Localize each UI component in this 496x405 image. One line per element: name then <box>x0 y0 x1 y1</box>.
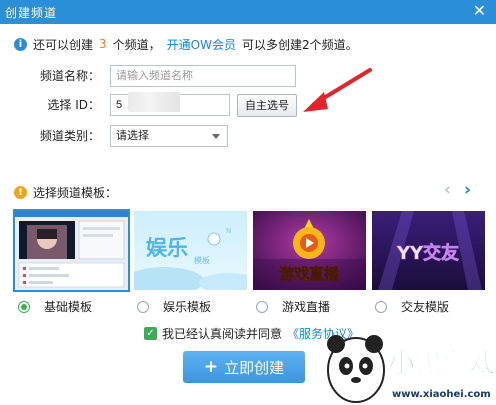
thumb-ent-sub: 模板 <box>194 255 210 265</box>
thumb-dating-title: YY交友 <box>396 242 459 264</box>
template-thumb-dating[interactable]: YY交友 <box>372 211 485 290</box>
channel-name-input[interactable] <box>110 65 296 87</box>
category-selected-value: 请选择 <box>116 129 149 142</box>
agreement-text: 我已经认真阅读并同意 <box>162 327 283 341</box>
next-arrow-icon[interactable]: › <box>464 182 471 199</box>
channel-category-select[interactable]: 请选择 <box>110 125 228 147</box>
create-button-label: 立即创建 <box>224 358 285 377</box>
title-bar: 创建频道 ✕ <box>0 0 496 24</box>
radio-selected-icon[interactable] <box>18 300 30 313</box>
self-select-number-button[interactable]: 自主选号 <box>237 94 297 117</box>
radio-icon[interactable] <box>375 300 387 313</box>
radio-entertainment-label: 娱乐模板 <box>163 300 212 314</box>
template-thumb-basic[interactable] <box>13 209 130 292</box>
radio-dating-label: 交友模版 <box>401 300 450 314</box>
template-heading-text: 选择频道模板： <box>33 186 118 200</box>
quota-notice: i 还可以创建 3 个频道， 开通OW会员 可以多创建2个频道。 <box>14 36 358 52</box>
annotation-arrow-icon <box>303 68 372 112</box>
thumb-ent-badge: N <box>226 227 231 235</box>
notice-count: 3 <box>99 37 107 51</box>
radio-game-live[interactable]: 游戏直播 <box>256 298 330 315</box>
radio-entertainment[interactable]: 娱乐模板 <box>137 298 211 315</box>
plus-icon: + <box>203 357 219 377</box>
template-thumb-game-live[interactable]: 游戏直播 <box>253 211 366 290</box>
chevron-down-icon <box>212 134 220 139</box>
channel-id-label: 选择 ID： <box>47 98 100 112</box>
channel-name-label: 频道名称： <box>39 69 100 83</box>
notice-middle: 个频道， <box>112 37 161 52</box>
close-icon[interactable]: ✕ <box>473 3 486 19</box>
xiaohei-watermark-logo: 小黑游戏 www.xiaohei.com <box>327 335 496 403</box>
radio-icon[interactable] <box>256 300 268 313</box>
radio-icon[interactable] <box>137 300 149 313</box>
warning-icon: ! <box>14 186 27 199</box>
membership-link[interactable]: 开通OW会员 <box>167 36 236 53</box>
channel-category-label: 频道类别： <box>39 129 100 143</box>
radio-game-live-label: 游戏直播 <box>282 300 331 314</box>
info-icon: i <box>14 37 27 51</box>
radio-dating[interactable]: 交友模版 <box>375 298 449 315</box>
watermark-brand: 小黑游戏 <box>388 348 496 379</box>
create-now-button[interactable]: + 立即创建 <box>183 351 305 383</box>
template-heading: ! 选择频道模板： <box>14 184 117 201</box>
template-thumb-entertainment[interactable]: 娱乐 模板 N <box>134 211 247 290</box>
radio-basic[interactable]: 基础模板 <box>18 298 92 315</box>
thumb-ent-title: 娱乐 <box>146 236 188 260</box>
watermark-url: www.xiaohei.com <box>392 389 491 400</box>
agreement-checkbox[interactable]: ✓ <box>144 327 157 340</box>
previous-arrow-icon[interactable]: ‹ <box>444 182 451 199</box>
window-title: 创建频道 <box>5 6 58 20</box>
thumb-game-title: 游戏直播 <box>279 265 340 283</box>
notice-suffix: 可以多创建2个频道。 <box>241 37 358 52</box>
id-blur-mask <box>128 92 180 112</box>
radio-basic-label: 基础模板 <box>44 300 93 314</box>
notice-prefix: 还可以创建 <box>33 37 94 52</box>
